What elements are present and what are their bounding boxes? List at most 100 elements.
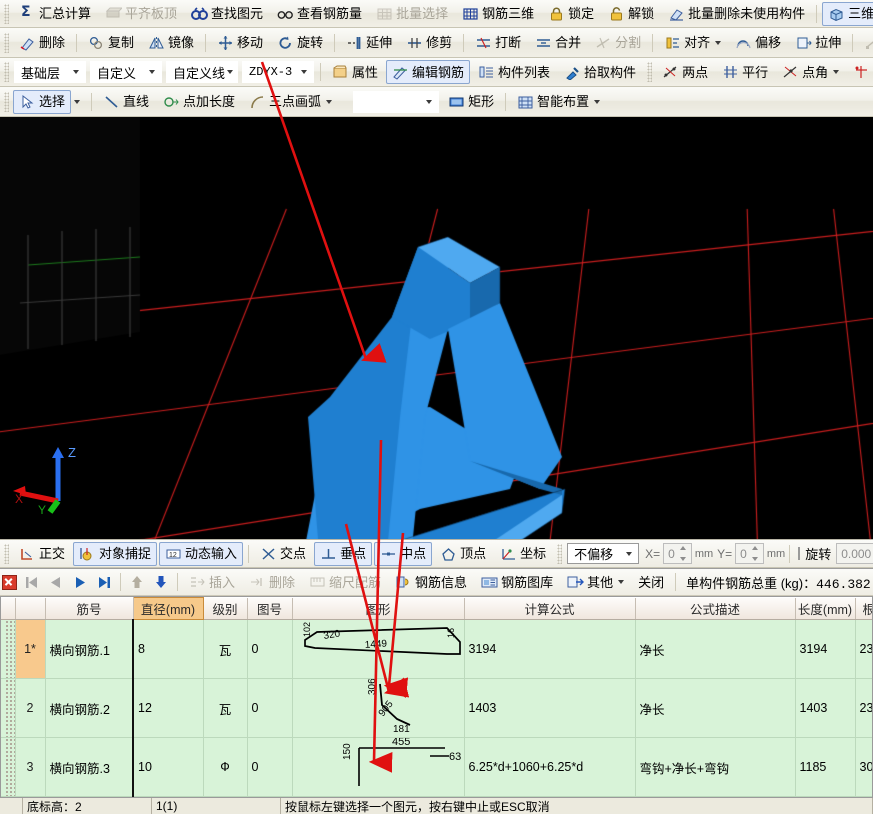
snap-midpoint-toggle[interactable]: 中点 [374,541,433,566]
offset-mode-select[interactable]: 不偏移 [567,543,640,564]
cell-formula[interactable]: 3194 [464,619,636,679]
cell-diameter[interactable]: 8 [132,619,204,679]
nav-last-button[interactable] [93,572,115,592]
unlock-button[interactable]: 解锁 [602,2,660,26]
delete-button[interactable]: 删除 [13,31,71,55]
chevron-down-icon[interactable] [594,99,601,104]
rebar-info-button[interactable]: 钢筋信息 [389,570,473,594]
rect-tool-button[interactable]: 矩形 [442,90,500,114]
table-row[interactable]: 1* 横向钢筋.1 8 ⽡ 0 102 320 1449 16 3194 净长 … [1,619,872,679]
cell-formula-desc[interactable]: 净长 [635,619,796,679]
chevron-down-icon[interactable] [621,545,636,563]
view-3d-button[interactable]: 三维 [822,1,873,26]
select-tool-chevron-down-icon[interactable] [74,99,81,104]
chevron-down-icon[interactable] [296,63,311,81]
col-rebar-no-header[interactable]: 筋号 [45,597,134,620]
level-select[interactable]: 基础层 [14,61,86,83]
col-length-header[interactable]: 长度(mm) [795,597,856,620]
y-coord-input[interactable]: 0 [735,543,764,564]
nav-prev-button[interactable] [45,572,67,592]
x-coord-spinner[interactable] [678,545,689,562]
others-button[interactable]: 其他 [561,570,630,594]
row-index-cell[interactable]: 1* [15,619,46,679]
object-snap-toggle[interactable]: 对象捕捉 [73,541,158,566]
lock-button[interactable]: 锁定 [542,2,600,26]
snap-coordinate-toggle[interactable]: 坐标 [494,542,552,566]
delete-row-button[interactable]: 删除 [243,570,301,594]
offset-button[interactable]: 偏移 [729,31,787,55]
merge-button[interactable]: 合并 [529,31,587,55]
component-list-button[interactable]: 构件列表 [472,60,556,84]
nav-next-button[interactable] [69,572,91,592]
cell-grade[interactable]: ⽡ [203,619,248,679]
snap-intersection-toggle[interactable]: 交点 [254,542,312,566]
three-point-arc-button[interactable]: 三点画弧 [243,90,338,114]
col-formula-header[interactable]: 计算公式 [464,597,636,620]
table-row[interactable]: 2 横向钢筋.2 12 ⽡ 0 306 905 181 1403 净长 1403… [1,678,872,738]
batch-select-button[interactable]: 批量选择 [370,2,454,26]
chevron-down-icon[interactable] [225,63,235,81]
row-index-cell[interactable]: 3 [15,737,46,797]
pick-component-button[interactable]: 拾取构件 [558,60,642,84]
cell-shape[interactable]: 306 905 181 [292,678,465,738]
chevron-down-icon[interactable] [144,63,159,81]
toolbar-gripper[interactable] [4,91,9,112]
component-type-select[interactable]: 自定义线 [166,61,238,83]
move-button[interactable]: 移动 [211,31,269,55]
chevron-down-icon[interactable] [715,40,722,45]
batch-delete-unused-button[interactable]: 批量删除未使用构件 [662,2,811,26]
toolbar-gripper[interactable] [647,62,653,82]
cell-diameter[interactable]: 10 [132,737,204,797]
col-grade-header[interactable]: 级别 [203,597,248,620]
cell-count[interactable]: 23 [855,619,872,679]
col-fig-no-header[interactable]: 图号 [247,597,293,620]
rebar-3d-button[interactable]: 钢筋三维 [456,2,540,26]
chevron-down-icon[interactable] [618,580,625,584]
cell-length[interactable]: 1185 [795,737,856,797]
ortho-toggle[interactable]: 正交 [13,542,71,566]
x-coord-input[interactable]: 0 [663,543,692,564]
nav-down-button[interactable] [150,572,172,592]
view-rebar-qty-button[interactable]: 查看钢筋量 [271,2,368,26]
cell-count[interactable]: 23 [855,678,872,738]
cell-formula[interactable]: 1403 [464,678,636,738]
extend-button[interactable]: 延伸 [340,31,398,55]
cell-fig-no[interactable]: 0 [247,678,293,738]
cell-rebar-no[interactable]: 横向钢筋.3 [45,737,134,797]
y-coord-spinner[interactable] [750,545,761,562]
close-panel-button[interactable]: 关闭 [632,570,670,594]
cell-fig-no[interactable]: 0 [247,619,293,679]
split-button[interactable]: 分割 [589,31,647,55]
rotate-input[interactable]: 0.000 [836,543,873,564]
3d-model-canvas[interactable] [0,117,873,539]
two-point-button[interactable]: 两点 [656,60,714,84]
cell-shape[interactable]: 455 150 63 [292,736,465,797]
toolbar-gripper[interactable] [4,3,9,24]
cell-length[interactable]: 1403 [795,678,856,738]
3d-viewport[interactable]: Z X Y [0,117,873,539]
flush-slab-top-button[interactable]: 平齐板顶 [99,2,183,26]
point-angle-button[interactable]: 点角 [776,60,845,84]
row-index-cell[interactable]: 2 [15,678,46,738]
toolbar-gripper[interactable] [4,32,9,53]
snap-vertex-toggle[interactable]: 顶点 [434,542,492,566]
col-formula-desc-header[interactable]: 公式描述 [635,597,796,620]
category-select[interactable]: 自定义 [90,61,162,83]
chevron-down-icon[interactable] [421,93,436,111]
toolbar-gripper[interactable] [4,62,9,82]
sum-calc-button[interactable]: Σ 汇总计算 [13,2,97,26]
stretch-button[interactable]: 拉伸 [789,31,847,55]
edit-rebar-button[interactable]: 编辑钢筋 [386,60,471,84]
cell-grade[interactable]: ⽡ [203,678,248,738]
set-grip-button[interactable]: 设置夹点 [858,31,873,55]
mirror-button[interactable]: 镜像 [142,31,200,55]
point-add-length-button[interactable]: 点加长度 [157,90,241,114]
line-tool-button[interactable]: 直线 [97,90,155,114]
dynamic-input-toggle[interactable]: 12 动态输入 [159,541,244,566]
three-point-aux-button[interactable]: 三点辅 [847,60,873,84]
toolbar-gripper[interactable] [557,543,563,564]
col-diameter-header[interactable]: 直径(mm) [132,597,204,620]
snap-perpendicular-toggle[interactable]: 垂点 [314,541,373,566]
extra-tool-select[interactable] [353,90,440,113]
break-button[interactable]: 打断 [469,31,527,55]
